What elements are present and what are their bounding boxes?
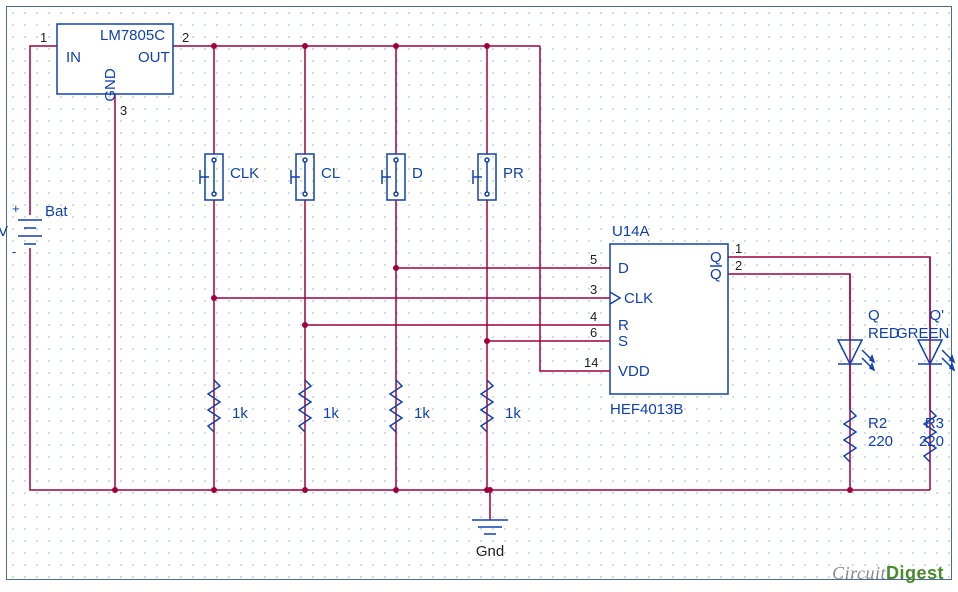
pin-number: 3 [120, 103, 127, 118]
switch-pr [473, 154, 496, 200]
resistor-value: 1k [414, 405, 430, 422]
svg-text:+: + [12, 201, 20, 216]
resistor-value: 1k [505, 405, 521, 422]
ground-symbol-icon [472, 520, 508, 534]
switch-label: CL [321, 165, 340, 182]
led-q-label: Q [868, 307, 880, 324]
battery-label: Bat [45, 203, 68, 220]
pin-label: S [618, 333, 628, 350]
led-qb-color: GREEN [896, 325, 949, 342]
junction [302, 43, 308, 49]
pin-number: 6 [590, 325, 597, 340]
junction [211, 43, 217, 49]
pin-label: R [618, 317, 629, 334]
watermark-brand2: Digest [886, 563, 944, 583]
pin-number: 4 [590, 309, 597, 324]
junction [211, 295, 217, 301]
pin-label: Q [710, 266, 722, 283]
schematic-canvas: 1 2 3 [0, 0, 958, 592]
pin-number: 1 [40, 30, 47, 45]
pin-number: 5 [590, 252, 597, 267]
wire-qbar-out [728, 257, 930, 490]
junction [484, 338, 490, 344]
regulator-pin-gnd: GND [102, 68, 119, 102]
regulator-pin-out: OUT [138, 49, 170, 66]
junction [302, 487, 308, 493]
switch-d [382, 154, 405, 200]
switch-clk [200, 154, 223, 200]
junction [393, 487, 399, 493]
schematic-svg: 1 2 3 [0, 0, 958, 592]
junction [484, 43, 490, 49]
junction [847, 487, 853, 493]
junction [302, 322, 308, 328]
led-qb-label: Q' [929, 307, 944, 324]
junction [393, 265, 399, 271]
junction [393, 43, 399, 49]
led-q-red [838, 274, 874, 410]
pin-number: 3 [590, 282, 597, 297]
switch-cl [291, 154, 314, 200]
r2-ref: R2 [868, 415, 887, 432]
pin-label: CLK [624, 290, 653, 307]
wire [30, 46, 57, 215]
r3-ref: R3 [925, 415, 944, 432]
pin-number: 14 [584, 355, 598, 370]
pin-label: Q [710, 249, 722, 266]
pin-label: D [618, 260, 629, 277]
pin-number: 2 [182, 30, 189, 45]
wire-vdd [540, 46, 585, 371]
wire-gnd-rail [30, 248, 930, 490]
resistor-value: 1k [232, 405, 248, 422]
r3-value: 220 [919, 433, 944, 450]
switch-label: PR [503, 165, 524, 182]
switch-label: D [412, 165, 423, 182]
ic-ref: U14A [612, 223, 650, 240]
regulator-pin-in: IN [66, 49, 81, 66]
ground-label: Gnd [476, 543, 504, 560]
pin-label: VDD [618, 363, 650, 380]
r2-value: 220 [868, 433, 893, 450]
watermark-brand1: Circuit [832, 563, 886, 583]
junction [211, 487, 217, 493]
junction [487, 487, 493, 493]
watermark: CircuitDigest [832, 563, 944, 584]
pin-number: 1 [735, 241, 742, 256]
junction [112, 487, 118, 493]
battery-voltage: 9V [0, 223, 8, 240]
battery: + - [12, 201, 42, 259]
resistor-value: 1k [323, 405, 339, 422]
regulator-name: LM7805C [100, 27, 165, 44]
pin-number: 2 [735, 258, 742, 273]
switch-label: CLK [230, 165, 259, 182]
ic-part: HEF4013B [610, 401, 683, 418]
wire-q-out [728, 274, 850, 490]
svg-text:-: - [12, 244, 16, 259]
